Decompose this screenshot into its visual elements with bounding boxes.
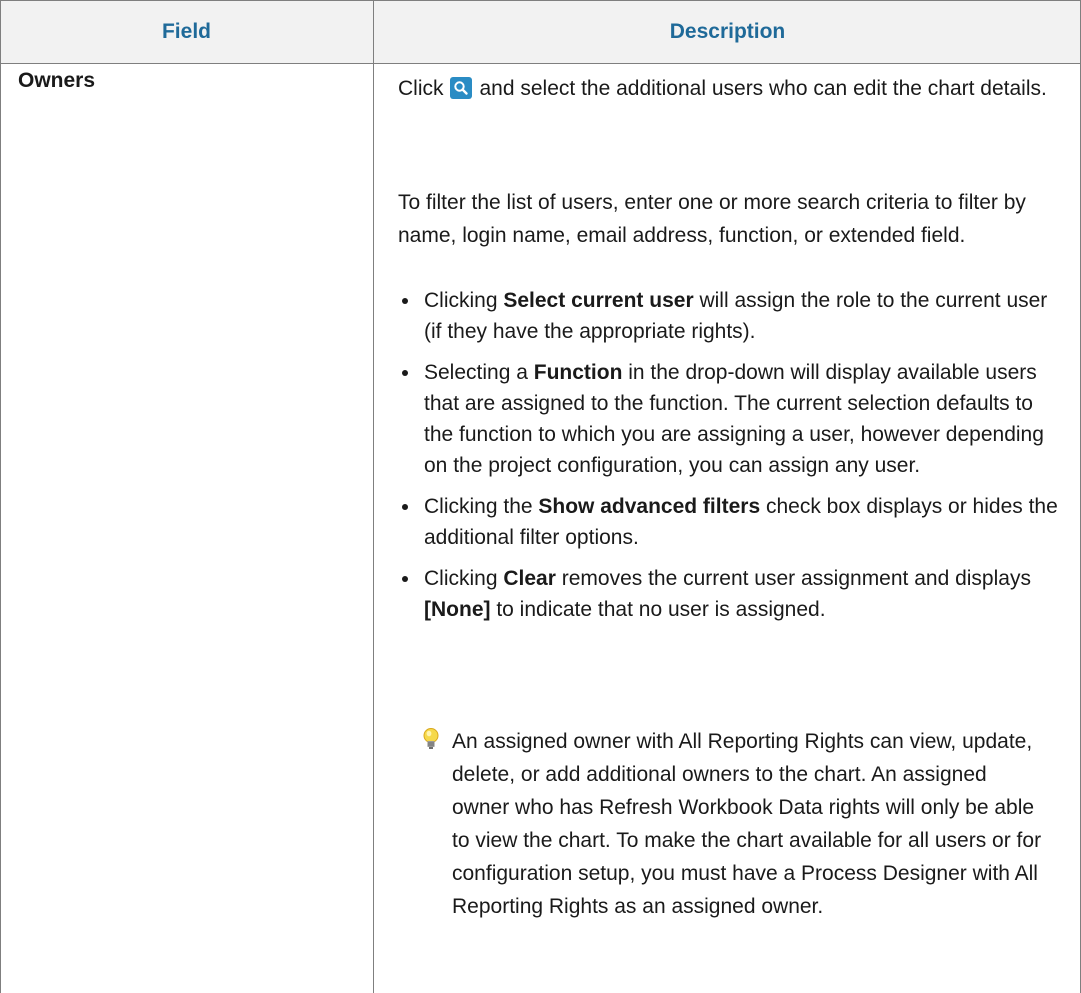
list-item: Selecting a Function in the drop-down wi… [398, 357, 1058, 481]
lightbulb-icon [422, 727, 440, 758]
tip-text: An assigned owner with All Reporting Rig… [452, 730, 1042, 918]
header-field: Field [161, 20, 211, 43]
click-text: Click [398, 77, 444, 100]
description-paragraph-2: To filter the list of users, enter one o… [398, 191, 1026, 247]
table-header: Field Description [0, 0, 1081, 64]
header-description: Description [669, 20, 786, 43]
bullet-icon [402, 576, 408, 582]
click-description: and select the additional users who can … [479, 77, 1047, 100]
column-divider [373, 0, 374, 993]
bullet-icon [402, 504, 408, 510]
bullet-icon [402, 298, 408, 304]
description-paragraph-1: Click and select the additional users who… [398, 68, 1058, 110]
search-icon [449, 77, 472, 99]
field-description-table: Field Description Owners Click and select… [0, 0, 1081, 993]
table-border-left [0, 0, 1, 993]
list-item: Clicking Select current user will assign… [398, 285, 1058, 347]
list-item: Clicking the Show advanced filters check… [398, 491, 1058, 553]
field-name-owners: Owners [18, 69, 96, 92]
list-item: Clicking Clear removes the current user … [398, 563, 1058, 625]
bullet-icon [402, 370, 408, 376]
bullet-list: Clicking Select current user will assign… [398, 285, 1058, 635]
